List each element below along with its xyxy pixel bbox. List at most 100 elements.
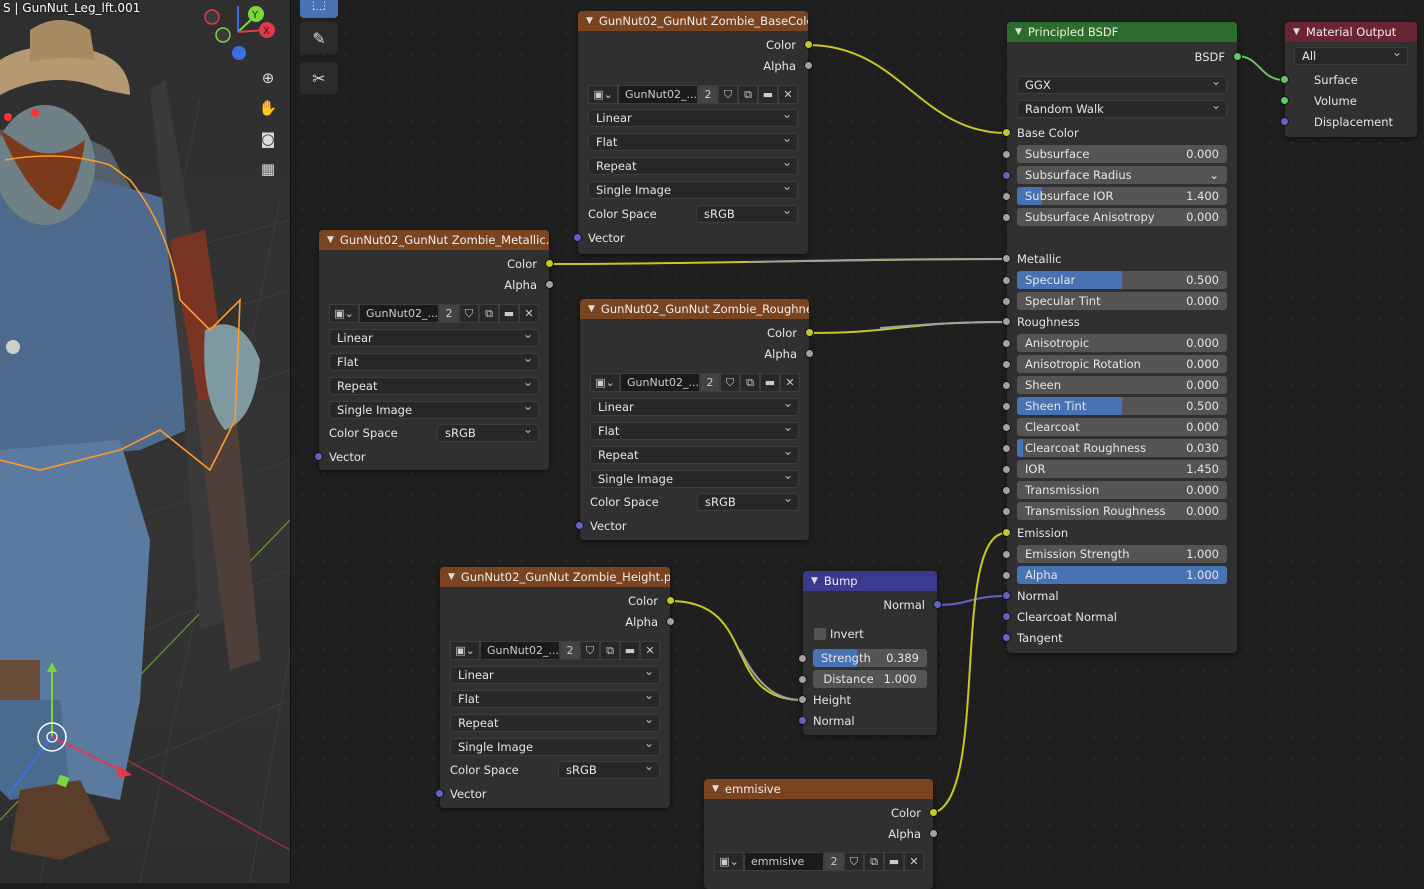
bsdf-slider[interactable]: Alpha 1.000	[1017, 566, 1227, 584]
bsdf-slider[interactable]: Subsurface 0.000	[1017, 145, 1227, 163]
metallic-socket[interactable]	[1002, 254, 1011, 263]
image-selector[interactable]: ▣⌄ GunNut02_... 2 ⛉ ⧉ ▬ ✕	[588, 85, 798, 104]
duplicate-icon[interactable]: ⧉	[864, 852, 884, 871]
bsdf-input-socket[interactable]	[1002, 360, 1011, 369]
source-dropdown[interactable]: Single Image	[588, 179, 798, 199]
node-header[interactable]: ▼GunNut02_GunNut Zombie_Roughness...	[580, 299, 809, 319]
bsdf-input-socket[interactable]	[1002, 150, 1011, 159]
collapse-chevron-icon[interactable]: ▼	[712, 784, 719, 794]
alpha-output-socket[interactable]	[929, 829, 938, 838]
height-input-socket[interactable]	[798, 695, 807, 704]
normal-input-socket[interactable]	[798, 716, 807, 725]
duplicate-icon[interactable]: ⧉	[600, 641, 620, 660]
color-output-socket[interactable]	[545, 259, 554, 268]
material-output-node[interactable]: ▼Material Output All Surface Volume Disp…	[1280, 22, 1417, 137]
extension-dropdown[interactable]: Repeat	[329, 375, 539, 395]
normal-output-socket[interactable]	[933, 600, 942, 609]
interpolation-dropdown[interactable]: Linear	[590, 396, 799, 416]
fake-user-icon[interactable]: ⛉	[580, 641, 600, 660]
camera-icon[interactable]: ◙	[256, 127, 280, 151]
bsdf-input-socket[interactable]	[1002, 381, 1011, 390]
vector-input-socket[interactable]	[575, 521, 584, 530]
image-selector[interactable]: ▣⌄ GunNut02_... 2 ⛉ ⧉ ▬ ✕	[450, 641, 660, 660]
bsdf-slider[interactable]: Subsurface IOR 1.400	[1017, 187, 1227, 205]
bsdf-input-socket[interactable]	[1002, 423, 1011, 432]
open-folder-icon[interactable]: ▬	[620, 641, 640, 660]
zoom-icon[interactable]: ⊕	[256, 66, 280, 90]
extension-dropdown[interactable]: Repeat	[590, 444, 799, 464]
emission-socket[interactable]	[1002, 528, 1011, 537]
collapse-chevron-icon[interactable]: ▼	[586, 16, 593, 26]
source-dropdown[interactable]: Single Image	[329, 399, 539, 419]
fake-user-icon[interactable]: ⛉	[459, 304, 479, 323]
fake-user-icon[interactable]: ⛉	[718, 85, 738, 104]
color-space-dropdown[interactable]: sRGB	[697, 491, 799, 511]
basecolor-texture-node[interactable]: ▼ GunNut02_GunNut Zombie_BaseColor... Col…	[573, 11, 813, 254]
duplicate-icon[interactable]: ⧉	[740, 373, 760, 392]
bsdf-slider[interactable]: Transmission 0.000	[1017, 481, 1227, 499]
color-output-socket[interactable]	[804, 40, 813, 49]
clearcoat-normal-socket[interactable]	[1002, 612, 1011, 621]
image-browse-icon[interactable]: ▣⌄	[590, 373, 620, 392]
alpha-output-socket[interactable]	[805, 349, 814, 358]
source-dropdown[interactable]: Single Image	[450, 736, 660, 756]
strength-slider[interactable]: Strength 0.389	[813, 649, 927, 667]
interpolation-dropdown[interactable]: Linear	[588, 107, 798, 127]
bsdf-slider[interactable]: Sheen 0.000	[1017, 376, 1227, 394]
vector-input-socket[interactable]	[314, 452, 323, 461]
image-browse-icon[interactable]: ▣⌄	[450, 641, 480, 660]
unlink-icon[interactable]: ✕	[640, 641, 660, 660]
interpolation-dropdown[interactable]: Linear	[329, 327, 539, 347]
image-selector[interactable]: ▣⌄ GunNut02_... 2 ⛉ ⧉ ▬ ✕	[329, 304, 539, 323]
bsdf-slider[interactable]: Anisotropic 0.000	[1017, 334, 1227, 352]
bsdf-slider[interactable]: Transmission Roughness 0.000	[1017, 502, 1227, 520]
collapse-chevron-icon[interactable]: ▼	[811, 576, 818, 586]
collapse-chevron-icon[interactable]: ▼	[1015, 27, 1022, 37]
extension-dropdown[interactable]: Repeat	[588, 155, 798, 175]
height-texture-node[interactable]: ▼ GunNut02_GunNut Zombie_Height.png Color…	[435, 567, 675, 808]
projection-dropdown[interactable]: Flat	[588, 131, 798, 151]
duplicate-icon[interactable]: ⧉	[479, 304, 499, 323]
fake-user-icon[interactable]: ⛉	[720, 373, 740, 392]
bsdf-slider[interactable]: Specular Tint 0.000	[1017, 292, 1227, 310]
box-select-icon[interactable]: ⬚	[300, 0, 338, 18]
extension-dropdown[interactable]: Repeat	[450, 712, 660, 732]
roughness-texture-node[interactable]: ▼GunNut02_GunNut Zombie_Roughness... Col…	[575, 299, 814, 540]
bsdf-slider[interactable]: Subsurface Radius ⌄	[1017, 166, 1227, 184]
collapse-chevron-icon[interactable]: ▼	[327, 235, 334, 245]
bsdf-slider[interactable]: IOR 1.450	[1017, 460, 1227, 478]
alpha-output-socket[interactable]	[804, 61, 813, 70]
subsurface-method-dropdown[interactable]: Random Walk	[1017, 98, 1227, 118]
annotate-icon[interactable]: ✎	[300, 22, 338, 54]
color-output-socket[interactable]	[805, 328, 814, 337]
base-color-socket[interactable]	[1002, 128, 1011, 137]
volume-input-socket[interactable]	[1280, 96, 1289, 105]
bsdf-input-socket[interactable]	[1002, 507, 1011, 516]
bsdf-slider[interactable]: Anisotropic Rotation 0.000	[1017, 355, 1227, 373]
distance-input-socket[interactable]	[798, 675, 807, 684]
collapse-chevron-icon[interactable]: ▼	[448, 572, 455, 582]
bsdf-input-socket[interactable]	[1002, 402, 1011, 411]
vector-input-socket[interactable]	[435, 789, 444, 798]
projection-dropdown[interactable]: Flat	[590, 420, 799, 440]
node-header[interactable]: ▼ GunNut02_GunNut Zombie_Metallic.png	[319, 230, 549, 250]
image-browse-icon[interactable]: ▣⌄	[588, 85, 618, 104]
roughness-socket[interactable]	[1002, 317, 1011, 326]
metallic-texture-node[interactable]: ▼ GunNut02_GunNut Zombie_Metallic.png Col…	[314, 230, 554, 470]
displacement-input-socket[interactable]	[1280, 117, 1289, 126]
open-folder-icon[interactable]: ▬	[760, 373, 780, 392]
bsdf-input-socket[interactable]	[1002, 171, 1011, 180]
projection-dropdown[interactable]: Flat	[329, 351, 539, 371]
cut-links-icon[interactable]: ✂	[300, 62, 338, 94]
open-folder-icon[interactable]: ▬	[884, 852, 904, 871]
node-header[interactable]: ▼ GunNut02_GunNut Zombie_Height.png	[440, 567, 670, 587]
bsdf-output-socket[interactable]	[1233, 52, 1242, 61]
bsdf-input-socket[interactable]	[1002, 213, 1011, 222]
bsdf-input-socket[interactable]	[1002, 444, 1011, 453]
normal-socket[interactable]	[1002, 591, 1011, 600]
unlink-icon[interactable]: ✕	[904, 852, 924, 871]
bsdf-input-socket[interactable]	[1002, 465, 1011, 474]
image-selector[interactable]: ▣⌄ GunNut02_... 2 ⛉ ⧉ ▬ ✕	[590, 373, 800, 392]
grid-icon[interactable]: ▦	[256, 157, 280, 181]
interpolation-dropdown[interactable]: Linear	[450, 664, 660, 684]
